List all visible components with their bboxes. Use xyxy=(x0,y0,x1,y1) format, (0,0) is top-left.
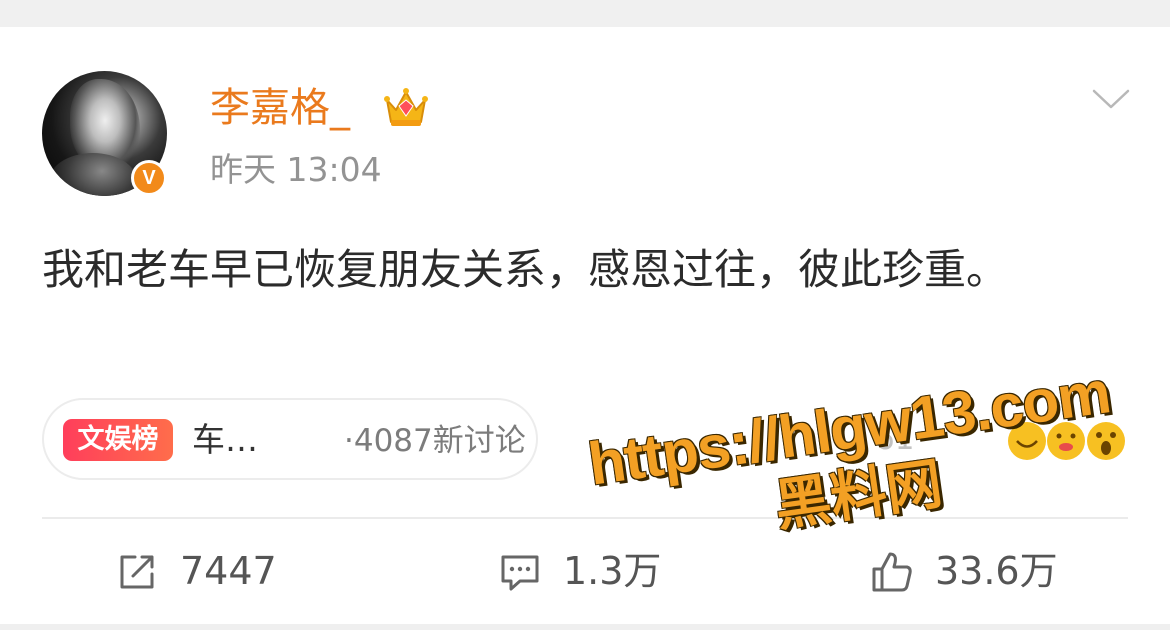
topic-discussion-count: ·4087新讨论 xyxy=(344,423,526,459)
topic-title: 车… xyxy=(192,420,258,459)
weibo-post-card xyxy=(0,27,1170,624)
post-text: 我和老车早已恢复朋友关系，感恩过往，彼此珍重。 xyxy=(42,245,1009,294)
topic-chip[interactable]: 文娱榜 车… ·4087新讨论 xyxy=(42,398,538,480)
comment-count: 1.3万 xyxy=(563,549,662,593)
chevron-down-icon[interactable] xyxy=(1092,88,1130,110)
post-timestamp: 昨天 13:04 xyxy=(210,150,382,189)
view-count: 61 xyxy=(875,421,915,457)
vip-crown-icon xyxy=(384,88,428,126)
repost-count: 7447 xyxy=(180,549,277,593)
action-divider xyxy=(42,517,1128,519)
bottom-separator xyxy=(0,624,1170,630)
like-count: 33.6万 xyxy=(935,549,1058,593)
comment-button[interactable]: 1.3万 xyxy=(498,546,698,596)
share-icon xyxy=(120,555,154,589)
comment-icon xyxy=(501,555,539,591)
thumbs-up-icon xyxy=(872,552,912,592)
topic-tag-badge: 文娱榜 xyxy=(63,419,173,461)
repost-button[interactable]: 7447 xyxy=(115,546,315,596)
verified-badge-icon: V xyxy=(131,160,167,196)
like-button[interactable]: 33.6万 xyxy=(870,546,1100,596)
author-name[interactable]: 李嘉格_ xyxy=(210,84,350,132)
reaction-emoji-icons xyxy=(1008,422,1125,460)
top-separator xyxy=(0,0,1170,27)
